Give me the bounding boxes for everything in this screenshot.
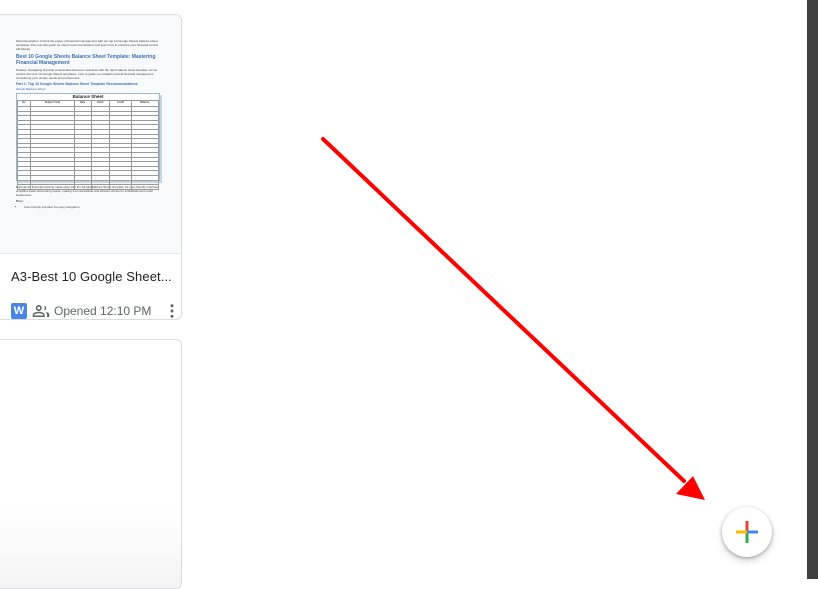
opened-timestamp: Opened 12:10 PM: [54, 304, 152, 318]
document-card-2[interactable]: [0, 339, 182, 589]
word-doc-icon: W: [11, 303, 27, 319]
preview-pros-label: Pros:: [16, 199, 24, 203]
people-icon: [32, 302, 50, 319]
document-card[interactable]: Meta Description: Unlock the power of fi…: [0, 14, 182, 320]
dark-edge-bar: [807, 0, 818, 579]
sheet-table: No. Subject Code Date Debit Credit Balan…: [16, 100, 160, 190]
sheet-cell: [109, 184, 132, 190]
preview-meta-description: Meta Description: Unlock the power of fi…: [16, 39, 158, 51]
document-title[interactable]: A3-Best 10 Google Sheet...: [11, 269, 176, 284]
preview-balance-sheet: Balance Sheet No. Subject Code Date Debi…: [16, 93, 160, 190]
document-thumbnail[interactable]: Meta Description: Unlock the power of fi…: [0, 15, 181, 254]
sheet-cell: [30, 184, 75, 190]
sheet-cell: [73, 184, 92, 190]
more-vert-icon[interactable]: [163, 302, 181, 319]
sheet-cell: [90, 184, 111, 190]
plus-icon: [736, 521, 758, 543]
preview-part-heading: Part 1: Top 10 Google Sheets Balance She…: [16, 82, 138, 86]
new-file-button[interactable]: [722, 507, 772, 557]
document-thumbnail-blank: [0, 508, 181, 588]
preview-sub-heading: Simple Balance Sheet: [16, 87, 46, 91]
sheet-cell: [130, 184, 160, 190]
preview-pros-list: User-friendly interface for easy navigat…: [16, 205, 160, 209]
sheet-cell: [16, 184, 32, 190]
thumbnail-page: Meta Description: Unlock the power of fi…: [16, 39, 160, 209]
preview-heading: Best 10 Google Sheets Balance Sheet Temp…: [16, 54, 156, 66]
preview-pros-item: User-friendly interface for easy navigat…: [24, 205, 160, 209]
document-footer: W Opened 12:10 PM: [11, 301, 181, 319]
preview-preface: Preface: Navigating financial complexiti…: [16, 68, 158, 80]
sheet-row: [16, 184, 160, 190]
